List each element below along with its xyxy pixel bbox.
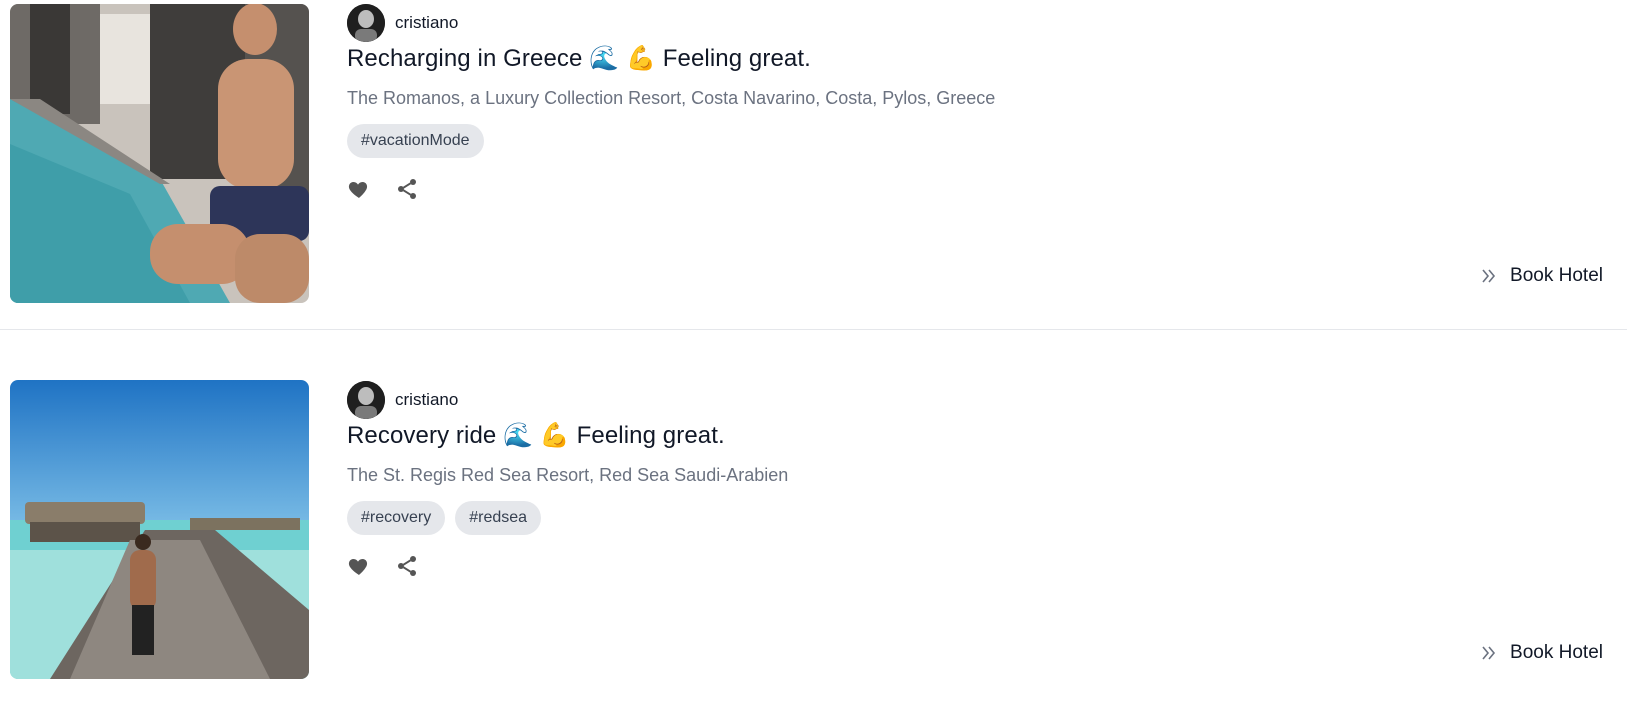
author-name[interactable]: cristiano	[395, 390, 458, 410]
tag[interactable]: #recovery	[347, 501, 446, 535]
post-location: The Romanos, a Luxury Collection Resort,…	[347, 88, 996, 108]
profile-photo-icon	[347, 381, 385, 419]
profile-photo-icon	[347, 4, 385, 42]
avatar[interactable]	[347, 381, 385, 419]
post-location: The St. Regis Red Sea Resort, Red Sea Sa…	[347, 465, 789, 485]
book-hotel-button[interactable]: Book Hotel	[1480, 642, 1603, 664]
share-icon[interactable]	[395, 554, 419, 578]
tag[interactable]: #vacationMode	[347, 124, 484, 158]
post-title: Recovery ride 🌊 💪 Feeling great.	[347, 422, 725, 449]
avatar[interactable]	[347, 4, 385, 42]
double-chevron-right-icon	[1480, 644, 1498, 662]
post-actions	[347, 554, 419, 578]
author[interactable]: cristiano	[347, 4, 458, 42]
post-image[interactable]	[10, 4, 309, 303]
post-title: Recharging in Greece 🌊 💪 Feeling great.	[347, 45, 811, 72]
tag-list: #recovery #redsea	[347, 501, 542, 535]
book-hotel-label: Book Hotel	[1510, 265, 1603, 286]
author[interactable]: cristiano	[347, 381, 458, 419]
double-chevron-right-icon	[1480, 267, 1498, 285]
author-name[interactable]: cristiano	[395, 13, 458, 33]
pool-photo-icon	[10, 4, 309, 303]
post-image[interactable]	[10, 380, 309, 679]
post-actions	[347, 177, 419, 201]
post-card: cristiano Recovery ride 🌊 💪 Feeling grea…	[0, 377, 1627, 703]
heart-icon[interactable]	[347, 554, 371, 578]
heart-icon[interactable]	[347, 177, 371, 201]
book-hotel-label: Book Hotel	[1510, 642, 1603, 663]
post-card: cristiano Recharging in Greece 🌊 💪 Feeli…	[0, 0, 1627, 330]
share-icon[interactable]	[395, 177, 419, 201]
book-hotel-button[interactable]: Book Hotel	[1480, 265, 1603, 287]
boardwalk-photo-icon	[10, 380, 309, 679]
tag-list: #vacationMode	[347, 124, 484, 158]
tag[interactable]: #redsea	[455, 501, 542, 535]
